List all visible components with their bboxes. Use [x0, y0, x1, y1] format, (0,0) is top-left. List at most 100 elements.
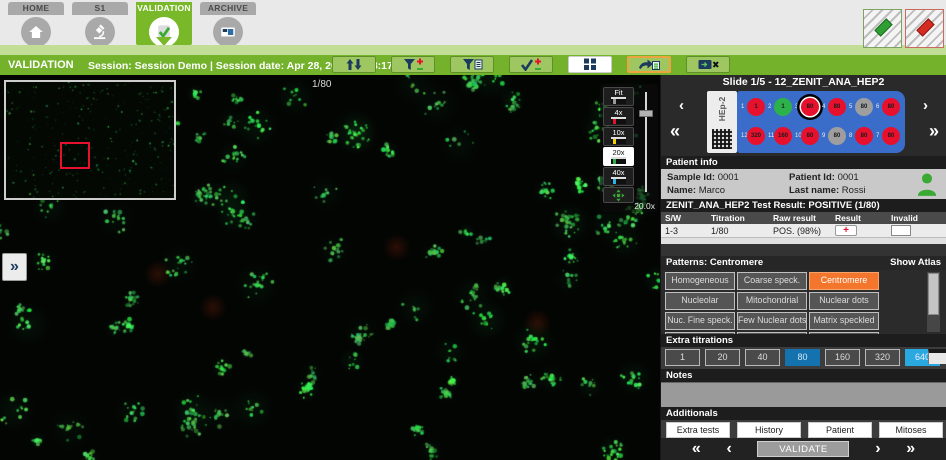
zoom-40x-button[interactable]: 40x	[603, 167, 634, 186]
patient-info-header: Patient info	[661, 156, 946, 169]
zoom-10x-button[interactable]: 10x	[603, 127, 634, 146]
check-add-button[interactable]	[509, 56, 553, 73]
validate-button[interactable]: VALIDATE	[757, 441, 849, 457]
send-to-worklist-button[interactable]	[627, 56, 671, 73]
zoom-fit-label: Fit	[614, 88, 622, 97]
well-3-selected[interactable]: 380	[795, 96, 822, 119]
pattern-nuclear-dots-button[interactable]: Nuclear dots	[809, 292, 879, 310]
last-name-label: Last name:	[789, 185, 839, 196]
tab-archive-label: ARCHIVE	[200, 2, 256, 15]
well-7[interactable]: 780	[876, 125, 903, 148]
last-sample-button[interactable]: »	[906, 440, 915, 458]
row-titration: 1/80	[707, 224, 769, 237]
tab-validation[interactable]: VALIDATION	[136, 2, 192, 45]
tab-archive[interactable]: ARCHIVE	[200, 2, 256, 45]
last-name-value: Rossi	[842, 185, 866, 196]
zoom-slider-handle[interactable]	[639, 110, 653, 117]
col-raw-result: Raw result	[769, 212, 831, 224]
filter-report-button[interactable]	[450, 56, 494, 73]
well-12[interactable]: 12320	[741, 125, 768, 148]
zoom-fit-button[interactable]: Fit	[603, 87, 634, 106]
session-bar: VALIDATION Session: Session Demo | Sessi…	[0, 55, 946, 75]
microscopy-viewer[interactable]: 1/80 » Fit 4x 10x 20x 40x	[0, 75, 660, 460]
well-2[interactable]: 21	[768, 96, 795, 119]
titration-20-button[interactable]: 20	[705, 349, 740, 366]
patient-id-value: 0001	[838, 172, 859, 183]
next-sample-button[interactable]: ›	[875, 440, 880, 458]
invalid-checkbox[interactable]	[891, 225, 911, 236]
slide-next-button[interactable]: ›	[923, 97, 928, 114]
expand-sidebar-button[interactable]: »	[2, 253, 27, 281]
well-11[interactable]: 11160	[768, 125, 795, 148]
test-result-row[interactable]: 1-3 1/80 POS. (98%) +	[661, 224, 946, 237]
overview-minimap[interactable]	[4, 80, 176, 200]
well-8[interactable]: 880	[849, 125, 876, 148]
slide-first-button[interactable]: «	[670, 121, 680, 142]
zoom-slider-track[interactable]	[645, 92, 647, 192]
zoom-value-label: 20.0x	[634, 201, 655, 211]
patterns-scrollbar[interactable]	[927, 272, 940, 332]
microscope-icon	[85, 17, 115, 47]
titration-320-button[interactable]: 320	[865, 349, 900, 366]
green-key-keyboard-icon[interactable]	[863, 9, 902, 48]
prev-sample-button[interactable]: ‹	[726, 440, 731, 458]
pattern-coarse-speck-button[interactable]: Coarse speck.	[737, 272, 807, 290]
zoom-4x-button[interactable]: 4x	[603, 107, 634, 126]
tab-home[interactable]: HOME	[8, 2, 64, 45]
notes-textarea[interactable]	[661, 382, 946, 407]
objective-40x-icon	[611, 177, 626, 184]
pattern-matrix-speckled-button[interactable]: Matrix speckled	[809, 312, 879, 330]
pattern-nuc-fine-speck-button[interactable]: Nuc. Fine speck.	[665, 312, 735, 330]
pattern-mitochondrial-button[interactable]: Mitochondrial	[737, 292, 807, 310]
first-sample-button[interactable]: «	[692, 440, 701, 458]
test-result-section: ZENIT_ANA_HEP2 Test Result: POSITIVE (1/…	[661, 199, 946, 256]
mitoses-button[interactable]: Mitoses	[879, 422, 943, 438]
titration-1-button[interactable]: 1	[665, 349, 700, 366]
well-4[interactable]: 480	[822, 96, 849, 119]
patient-person-icon[interactable]	[916, 172, 938, 199]
objective-fit-icon	[611, 97, 626, 104]
close-screen-button[interactable]	[686, 56, 730, 73]
well-6[interactable]: 680	[876, 96, 903, 119]
patterns-scrollbar-thumb[interactable]	[928, 273, 939, 315]
keypad-icon[interactable]	[928, 349, 946, 364]
session-bar-title: VALIDATION	[8, 59, 74, 71]
positive-plus-icon[interactable]: +	[835, 225, 857, 236]
pan-move-button[interactable]	[603, 187, 634, 203]
slide-type-label: HEp-2	[707, 91, 737, 153]
grid-view-button[interactable]	[568, 56, 612, 73]
pattern-centromere-button[interactable]: Centromere	[809, 272, 879, 290]
minimap-view-rectangle[interactable]	[60, 142, 90, 169]
row-raw-result: POS. (98%)	[769, 224, 831, 237]
titration-40-button[interactable]: 40	[745, 349, 780, 366]
slide-prev-button[interactable]: ‹	[679, 97, 684, 114]
check-add-icon	[520, 58, 542, 71]
slide-last-button[interactable]: »	[929, 121, 939, 142]
validation-check-icon	[149, 17, 179, 47]
sort-updown-button[interactable]	[332, 56, 376, 73]
sample-id-value: 0001	[718, 172, 739, 183]
well-9[interactable]: 980	[822, 125, 849, 148]
pattern-nucleolar-button[interactable]: Nucleolar	[665, 292, 735, 310]
patient-button[interactable]: Patient	[808, 422, 872, 438]
test-result-header: ZENIT_ANA_HEP2 Test Result: POSITIVE (1/…	[661, 199, 946, 212]
right-panel: Slide 1/5 - 12_ZENIT_ANA_HEP2 ‹ « › » HE…	[660, 75, 946, 460]
red-key-keyboard-icon[interactable]	[905, 9, 944, 48]
history-button[interactable]: History	[737, 422, 801, 438]
zoom-40x-label: 40x	[612, 168, 624, 177]
well-10[interactable]: 1080	[795, 125, 822, 148]
col-sw: S/W	[661, 212, 707, 224]
filter-add-button[interactable]	[391, 56, 435, 73]
titration-80-button[interactable]: 80	[785, 349, 820, 366]
show-atlas-link[interactable]: Show Atlas	[890, 256, 941, 270]
well-1[interactable]: 11	[741, 96, 768, 119]
pattern-few-nuclear-dots-button[interactable]: Few Nuclear dots	[737, 312, 807, 330]
pattern-homogeneous-button[interactable]: Homogeneous	[665, 272, 735, 290]
zoom-20x-button[interactable]: 20x	[603, 147, 634, 166]
well-5[interactable]: 580	[849, 96, 876, 119]
additionals-header: Additionals	[661, 407, 946, 420]
green-divider-strip	[0, 45, 946, 55]
tab-s1[interactable]: S1	[72, 2, 128, 45]
titration-160-button[interactable]: 160	[825, 349, 860, 366]
extra-tests-button[interactable]: Extra tests	[666, 422, 730, 438]
